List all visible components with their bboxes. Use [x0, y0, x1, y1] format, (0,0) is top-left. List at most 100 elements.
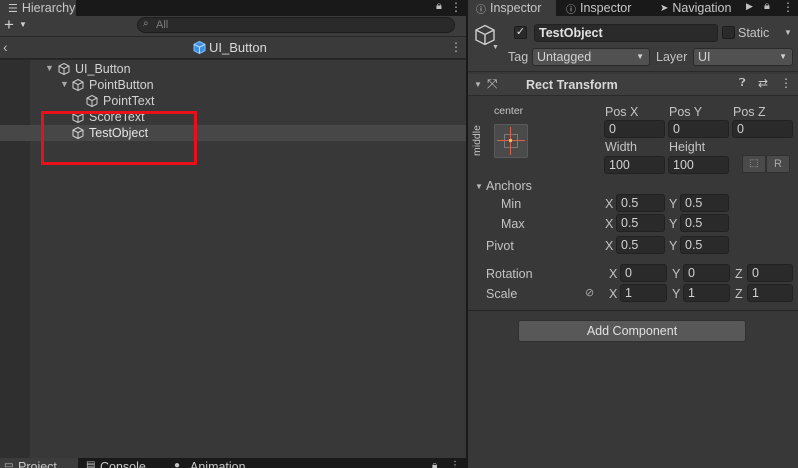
kebab-menu-icon[interactable]: ⋮: [450, 0, 462, 14]
scale-y-letter: Y: [672, 287, 681, 301]
console-icon: ▤: [86, 460, 96, 468]
height-label: Height: [669, 140, 706, 154]
pivot-x-field[interactable]: 0.5: [616, 236, 665, 254]
anchors-foldout-icon[interactable]: ▼: [475, 182, 483, 191]
add-component-button[interactable]: Add Component: [518, 320, 746, 342]
rotation-label: Rotation: [486, 267, 533, 281]
hierarchy-toolbar: + ▼ ⌕ All: [0, 15, 466, 36]
rotation-x-field[interactable]: 0: [620, 264, 667, 282]
pos-x-label: Pos X: [605, 105, 639, 119]
min-y-field[interactable]: 0.5: [680, 194, 729, 212]
gameobject-icon: [72, 79, 84, 91]
tab-inspector-2[interactable]: ⓘ Inspector: [558, 0, 648, 16]
static-dropdown-arrow-icon[interactable]: ▼: [784, 28, 792, 37]
rotation-y-field[interactable]: 0: [683, 264, 730, 282]
search-input[interactable]: ⌕ All: [137, 17, 455, 33]
static-label: Static: [738, 26, 770, 40]
help-icon[interactable]: ❓︎: [739, 77, 746, 90]
pos-y-field[interactable]: 0: [668, 120, 729, 138]
raw-edit-button[interactable]: R: [766, 155, 790, 173]
min-x-field[interactable]: 0.5: [616, 194, 665, 212]
width-field[interactable]: 100: [604, 156, 665, 174]
chevron-down-icon[interactable]: ▼: [19, 20, 27, 29]
bottom-tab-bar: ▭ Project ▤ Console ● Animation 🔒︎ ⋮: [0, 458, 466, 468]
tab-project[interactable]: ▭ Project: [0, 458, 78, 468]
hierarchy-tab-bar: ☰ Hierarchy 🔒︎ ⋮: [0, 0, 466, 16]
scale-z-field[interactable]: 1: [747, 284, 793, 302]
component-title: Rect Transform: [526, 78, 618, 92]
layer-dropdown[interactable]: UI ▼: [693, 48, 793, 66]
tab-project-label: Project: [18, 460, 57, 468]
navigation-icon: ➤: [660, 2, 669, 14]
tree-item-label: UI_Button: [75, 62, 131, 76]
tab-console-label[interactable]: Console: [100, 460, 146, 468]
pivot-y-field[interactable]: 0.5: [680, 236, 729, 254]
hierarchy-tab[interactable]: ☰ Hierarchy: [0, 0, 76, 16]
search-icon: ⌕: [143, 18, 149, 29]
lock-icon[interactable]: 🔒︎: [432, 460, 437, 468]
animation-icon: ●: [174, 460, 181, 468]
lock-icon[interactable]: 🔒︎: [764, 0, 770, 13]
tree-item-pointtext[interactable]: PointText: [0, 93, 466, 109]
rot-y-letter: Y: [672, 267, 681, 281]
anchors-label[interactable]: Anchors: [486, 179, 532, 193]
gameobject-large-icon: [475, 24, 495, 46]
component-menu-icon[interactable]: ⋮: [780, 76, 792, 90]
pos-x-field[interactable]: 0: [604, 120, 665, 138]
kebab-menu-icon[interactable]: ⋮: [450, 460, 460, 468]
anchor-preset-dot: [509, 139, 512, 142]
kebab-menu-icon[interactable]: ⋮: [782, 0, 794, 14]
anchor-preset-h-label: center: [494, 105, 524, 117]
rot-x-letter: X: [609, 267, 618, 281]
object-name-field[interactable]: TestObject: [534, 24, 718, 42]
icon-dropdown-arrow-icon[interactable]: ▼: [492, 44, 499, 51]
scale-x-field[interactable]: 1: [620, 284, 667, 302]
tree-item-ui-button[interactable]: ▼ UI_Button: [0, 61, 466, 77]
pos-z-field[interactable]: 0: [732, 120, 793, 138]
min-y-letter: Y: [669, 197, 678, 211]
max-label: Max: [501, 217, 525, 231]
layer-value: UI: [698, 50, 711, 64]
static-checkbox[interactable]: [722, 26, 735, 39]
back-chevron-icon[interactable]: ‹: [3, 39, 8, 55]
presets-icon[interactable]: ⇄: [758, 76, 768, 90]
constrain-proportions-icon[interactable]: ⊘: [585, 286, 594, 299]
active-checkbox[interactable]: ✓: [514, 26, 527, 39]
scale-y-field[interactable]: 1: [683, 284, 730, 302]
pos-y-label: Pos Y: [669, 105, 703, 119]
scene-menu-icon[interactable]: ⋮: [450, 40, 462, 54]
rot-z-letter: Z: [735, 267, 743, 281]
scene-header[interactable]: ‹ UI_Button ⋮: [0, 37, 466, 59]
lock-icon[interactable]: 🔒︎: [436, 0, 442, 13]
tab-animation-label[interactable]: Animation: [190, 460, 246, 468]
folder-icon: ▭: [4, 460, 14, 468]
tab-overflow-arrow-icon[interactable]: ▶: [746, 1, 753, 12]
foldout-arrow-icon[interactable]: ▼: [45, 63, 54, 73]
min-x-letter: X: [605, 197, 614, 211]
max-x-field[interactable]: 0.5: [616, 214, 665, 232]
gameobject-icon: [58, 63, 70, 75]
pos-z-label: Pos Z: [733, 105, 766, 119]
foldout-arrow-icon[interactable]: ▼: [474, 80, 482, 89]
pivot-y-letter: Y: [669, 239, 678, 253]
foldout-arrow-icon[interactable]: ▼: [60, 79, 69, 89]
height-field[interactable]: 100: [668, 156, 729, 174]
tag-dropdown[interactable]: Untagged ▼: [532, 48, 650, 66]
info-icon: ⓘ: [476, 4, 486, 16]
max-y-field[interactable]: 0.5: [680, 214, 729, 232]
chevron-down-icon: ▼: [779, 52, 787, 61]
component-separator: [468, 310, 798, 311]
add-icon[interactable]: +: [4, 15, 14, 35]
pivot-label: Pivot: [486, 239, 514, 253]
tree-item-pointbutton[interactable]: ▼ PointButton: [0, 77, 466, 93]
anchor-presets-button[interactable]: [494, 124, 528, 158]
tab-label: Inspector: [580, 1, 632, 15]
min-label: Min: [501, 197, 522, 211]
blueprint-mode-button[interactable]: ⬚: [742, 155, 766, 173]
rotation-z-field[interactable]: 0: [747, 264, 793, 282]
component-header[interactable]: ▼ ⤧ Rect Transform ❓︎ ⇄ ⋮: [468, 74, 798, 96]
highlight-annotation-box: [41, 111, 197, 165]
tab-navigation[interactable]: ➤ Navigation: [652, 0, 744, 16]
tab-inspector-1[interactable]: ⓘ Inspector: [468, 0, 556, 16]
hierarchy-tab-label: Hierarchy: [21, 1, 76, 15]
